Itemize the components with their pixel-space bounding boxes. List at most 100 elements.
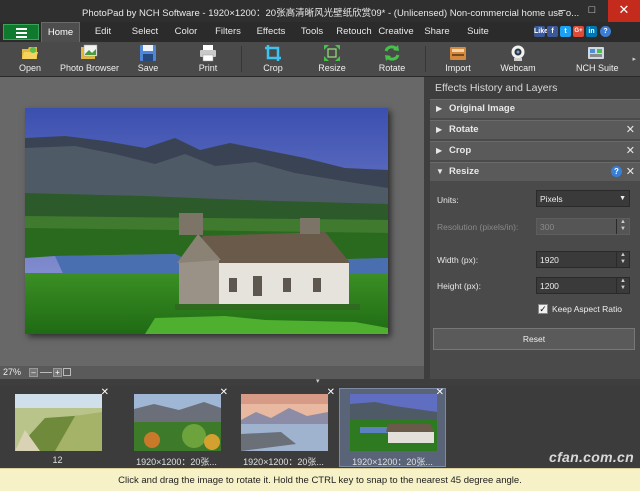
spinner-arrows-icon: ▲ ▼ — [616, 219, 629, 234]
height-field[interactable]: 1200 ▲ ▼ — [536, 277, 630, 294]
toolbar-overflow-chevron-icon[interactable]: ▸ — [632, 55, 636, 63]
units-select[interactable]: Pixels ▼ — [536, 190, 630, 207]
crop-icon — [264, 44, 282, 62]
tab-select[interactable]: Select — [127, 22, 163, 42]
thumbnail-item-selected[interactable]: 1920×1200：20张... ✕ — [339, 387, 446, 467]
help-icon[interactable]: ? — [611, 166, 622, 177]
import-icon — [449, 44, 467, 62]
expand-arrow-icon: ▶ — [436, 125, 443, 134]
toolbar-separator — [241, 46, 242, 72]
crop-button[interactable]: Crop — [255, 43, 291, 76]
tab-home[interactable]: Home — [41, 22, 80, 42]
status-bar: Click and drag the image to rotate it. H… — [0, 468, 640, 491]
tab-share[interactable]: Share — [421, 22, 453, 42]
tab-suite[interactable]: Suite — [462, 22, 494, 42]
watermark-text: cfan.com.cn — [549, 449, 634, 465]
zoom-in-button[interactable]: + — [53, 368, 62, 377]
thumbnail-caption: 1920×1200：20张... — [136, 457, 217, 467]
like-icon[interactable]: Like — [534, 26, 548, 37]
thumbnail-caption: 12 — [52, 455, 63, 465]
window-title: PhotoPad by NCH Software - 1920×1200：20张… — [82, 8, 580, 19]
remove-effect-close-icon[interactable]: ✕ — [626, 142, 635, 160]
zoom-slider[interactable] — [40, 372, 52, 373]
remove-effect-close-icon[interactable]: ✕ — [626, 163, 635, 181]
facebook-icon[interactable]: f — [547, 26, 558, 37]
keep-aspect-checkbox[interactable]: ✓ — [538, 304, 548, 314]
tab-color[interactable]: Color — [170, 22, 202, 42]
tab-filters[interactable]: Filters — [209, 22, 247, 42]
tab-retouch[interactable]: Retouch — [334, 22, 374, 42]
open-folder-icon — [21, 44, 39, 62]
section-original-image[interactable]: ▶ Original Image — [430, 99, 640, 118]
thumbnail-image — [134, 394, 221, 451]
section-crop[interactable]: ▶ Crop ✕ — [430, 141, 640, 160]
resize-button[interactable]: Resize — [314, 43, 350, 76]
height-label: Height (px): — [437, 281, 481, 291]
units-label: Units: — [437, 195, 459, 205]
resolution-label: Resolution (pixels/in): — [437, 222, 519, 232]
expand-arrow-icon: ▶ — [436, 104, 443, 113]
main-photo[interactable] — [25, 108, 388, 334]
thumbnail-item[interactable]: 1920×1200：20张... ✕ — [231, 387, 336, 467]
chevron-down-icon: ▼ — [619, 195, 626, 202]
tab-tools[interactable]: Tools — [296, 22, 328, 42]
collapse-filmstrip-icon[interactable]: ▾ — [316, 377, 320, 385]
save-disk-icon — [139, 44, 157, 62]
print-button[interactable]: Print — [190, 43, 226, 76]
maximize-button[interactable]: □ — [578, 0, 606, 22]
close-thumbnail-icon[interactable]: ✕ — [101, 387, 109, 398]
panel-title: Effects History and Layers — [435, 82, 558, 94]
twitter-icon[interactable]: t — [560, 26, 571, 37]
keep-aspect-label: Keep Aspect Ratio — [552, 304, 622, 314]
close-thumbnail-icon[interactable]: ✕ — [327, 387, 335, 398]
webcam-button[interactable]: Webcam — [498, 43, 538, 76]
help-icon[interactable]: ? — [600, 26, 611, 37]
photo-browser-button[interactable]: Photo Browser — [60, 43, 119, 76]
width-label: Width (px): — [437, 255, 479, 265]
thumbnail-item[interactable]: 1920×1200：20张... ✕ — [124, 387, 229, 467]
section-rotate[interactable]: ▶ Rotate ✕ — [430, 120, 640, 139]
import-button[interactable]: Import — [440, 43, 476, 76]
thumbnail-caption: 1920×1200：20张... — [352, 457, 433, 467]
close-button[interactable]: ✕ — [608, 0, 640, 22]
width-field[interactable]: 1920 ▲ ▼ — [536, 251, 630, 268]
save-button[interactable]: Save — [130, 43, 166, 76]
zoom-level: 27% — [3, 367, 22, 377]
effects-panel-header: Effects History and Layers — [430, 77, 640, 99]
reset-button[interactable]: Reset — [433, 328, 635, 350]
printer-icon — [199, 44, 217, 62]
zoom-out-button[interactable]: – — [29, 368, 38, 377]
linkedin-icon[interactable]: in — [586, 26, 597, 37]
rotate-button[interactable]: Rotate — [374, 43, 410, 76]
photo-browser-icon — [80, 44, 98, 62]
rotate-icon — [383, 44, 401, 62]
fit-to-window-icon[interactable] — [63, 368, 71, 376]
resolution-field: 300 ▲ ▼ — [536, 218, 630, 235]
thumbnail-image — [15, 394, 102, 451]
collapse-arrow-icon: ▼ — [436, 167, 444, 176]
remove-effect-close-icon[interactable]: ✕ — [626, 121, 635, 139]
resize-icon — [323, 44, 341, 62]
close-thumbnail-icon[interactable]: ✕ — [220, 387, 228, 398]
tab-creative[interactable]: Creative — [378, 22, 414, 42]
thumbnail-image — [241, 394, 328, 451]
width-spinner-arrows-icon[interactable]: ▲ ▼ — [616, 252, 629, 267]
tab-effects[interactable]: Effects — [252, 22, 290, 42]
tab-edit[interactable]: Edit — [86, 22, 120, 42]
open-button[interactable]: Open — [12, 43, 48, 76]
google-plus-icon[interactable]: G+ — [573, 26, 584, 37]
thumbnail-item[interactable]: 12 ✕ — [5, 387, 110, 466]
nch-suite-button[interactable]: NCH Suite — [576, 43, 619, 76]
nch-suite-icon — [587, 44, 605, 62]
filmstrip-splitter[interactable]: ▾ — [0, 377, 640, 386]
status-text: Click and drag the image to rotate it. H… — [118, 475, 522, 486]
section-resize[interactable]: ▼ Resize ? ✕ — [430, 162, 640, 181]
close-thumbnail-icon[interactable]: ✕ — [436, 387, 444, 398]
toolbar-separator — [425, 46, 426, 72]
thumbnail-image — [350, 394, 437, 451]
expand-arrow-icon: ▶ — [436, 146, 443, 155]
app-menu-button[interactable] — [3, 24, 39, 40]
thumbnail-caption: 1920×1200：20张... — [243, 457, 324, 467]
height-spinner-arrows-icon[interactable]: ▲ ▼ — [616, 278, 629, 293]
minimize-button[interactable]: – — [548, 0, 576, 22]
